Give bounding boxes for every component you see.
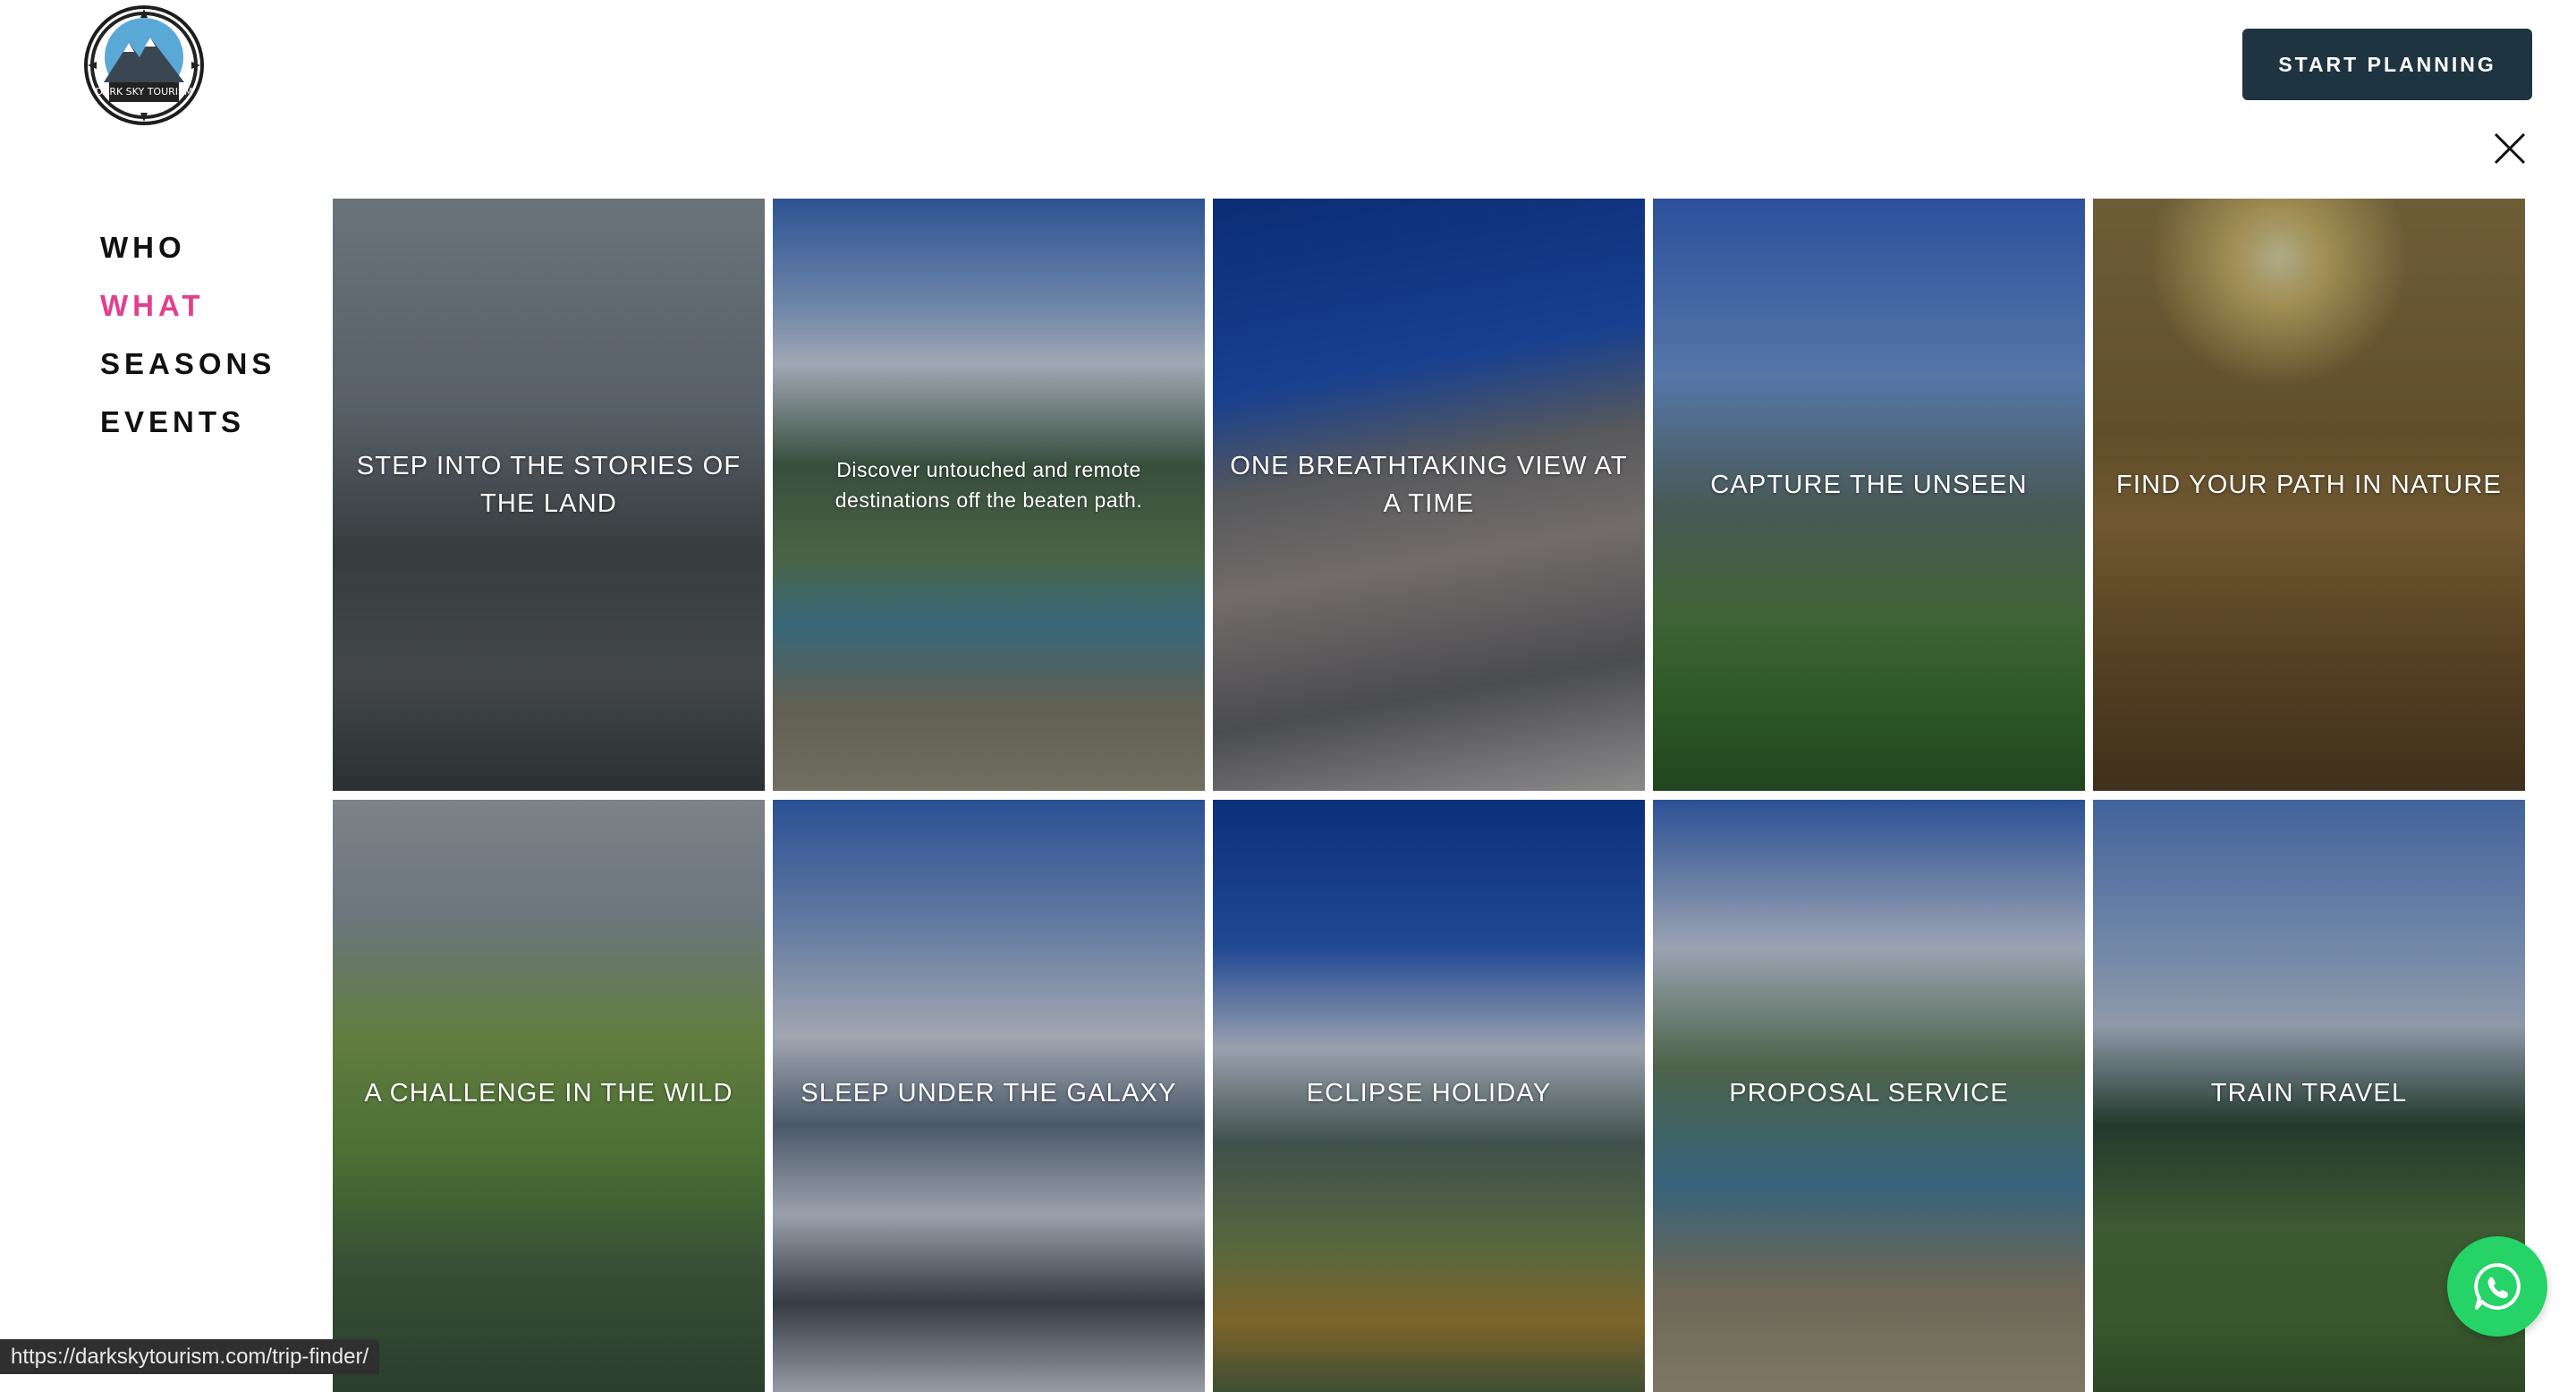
side-nav: WHO WHAT SEASONS EVENTS [100,225,275,458]
status-bar-url: https://darkskytourism.com/trip-finder/ [0,1339,380,1374]
mountain-compass-logo-icon: DARK SKY TOURISM [88,9,200,122]
tile-label: STEP INTO THE STORIES OF THE LAND [356,452,741,518]
logo-text: DARK SKY TOURISM [96,86,193,98]
tile-challenge-in-the-wild[interactable]: A CHALLENGE IN THE WILD [333,800,765,1392]
tile-sleep-under-galaxy[interactable]: SLEEP UNDER THE GALAXY [773,800,1205,1392]
tile-proposal-service[interactable]: PROPOSAL SERVICE [1653,800,2085,1392]
whatsapp-chat-button[interactable] [2447,1236,2547,1337]
trip-category-grid: STEP INTO THE STORIES OF THE LAND Discov… [333,199,2533,1392]
whatsapp-icon [2474,1263,2521,1310]
tile-off-the-beaten-path[interactable]: Discover untouched and remote destinatio… [773,199,1205,791]
tile-eclipse-holiday[interactable]: ECLIPSE HOLIDAY [1213,800,1645,1392]
tile-label: ECLIPSE HOLIDAY [1306,1079,1552,1108]
tile-label: PROPOSAL SERVICE [1729,1079,2009,1108]
nav-item-who[interactable]: WHO [100,225,275,284]
close-icon [2494,132,2526,165]
start-planning-button[interactable]: START PLANNING [2242,29,2532,100]
nav-item-events[interactable]: EVENTS [100,400,275,458]
tile-path-in-nature[interactable]: FIND YOUR PATH IN NATURE [2093,199,2525,791]
tile-label: ONE BREATHTAKING VIEW AT A TIME [1230,452,1628,518]
tile-label: FIND YOUR PATH IN NATURE [2115,471,2503,499]
tile-stories-of-the-land[interactable]: STEP INTO THE STORIES OF THE LAND [333,199,765,791]
tile-label: CAPTURE THE UNSEEN [1710,471,2028,499]
tile-label: Discover untouched and remote destinatio… [835,458,1143,512]
close-menu-button[interactable] [2492,131,2528,166]
tile-capture-the-unseen[interactable]: CAPTURE THE UNSEEN [1653,199,2085,791]
nav-item-what[interactable]: WHAT [100,284,275,342]
tile-label: A CHALLENGE IN THE WILD [364,1079,733,1108]
nav-item-seasons[interactable]: SEASONS [100,342,275,400]
site-logo[interactable]: DARK SKY TOURISM [84,5,204,125]
tile-label: SLEEP UNDER THE GALAXY [801,1079,1177,1108]
tile-breathtaking-view[interactable]: ONE BREATHTAKING VIEW AT A TIME [1213,199,1645,791]
